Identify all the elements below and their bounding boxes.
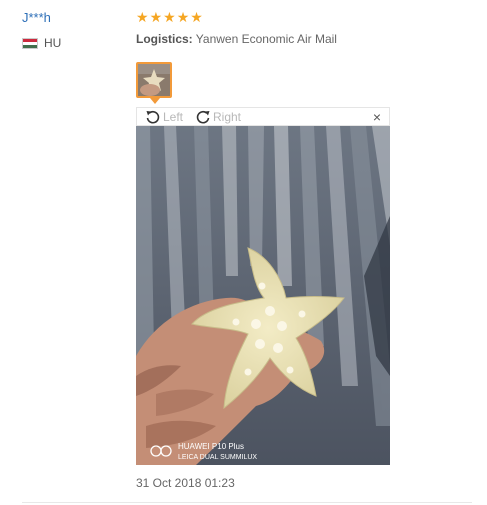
review-photo-image: HUAWEI P10 Plus LEICA DUAL SUMMILUX — [136, 126, 390, 465]
review-date: 31 Oct 2018 01:23 — [136, 476, 235, 490]
thumbnail-image — [138, 64, 170, 96]
logistics-label: Logistics: — [136, 32, 193, 46]
star-icon: ★ — [190, 9, 203, 25]
country-code: HU — [44, 36, 62, 50]
rotate-left-label: Left — [163, 110, 184, 124]
star-icon: ★ — [149, 9, 163, 25]
rotate-right-icon — [196, 110, 210, 124]
reviewer-name[interactable]: J***h — [22, 10, 51, 25]
close-icon[interactable]: × — [373, 109, 381, 125]
photo-viewer-toolbar: Left Right × — [136, 107, 390, 126]
watermark-line2: LEICA DUAL SUMMILUX — [178, 454, 257, 461]
thumbnail-pointer — [150, 98, 160, 104]
star-icon: ★ — [176, 9, 190, 25]
logistics-value: Yanwen Economic Air Mail — [195, 32, 337, 46]
flag-hu-icon — [22, 37, 38, 49]
watermark-line1: HUAWEI P10 Plus — [178, 442, 244, 451]
star-icon: ★ — [163, 9, 176, 25]
rotate-left-button[interactable]: Left — [145, 108, 183, 126]
review-photo: HUAWEI P10 Plus LEICA DUAL SUMMILUX — [136, 126, 390, 465]
review-divider — [22, 502, 472, 503]
rotate-left-icon — [146, 110, 160, 124]
star-icon: ★ — [136, 9, 149, 25]
rotate-right-label: Right — [213, 110, 242, 124]
logistics-info: Logistics: Yanwen Economic Air Mail — [136, 32, 337, 46]
reviewer-country: HU — [22, 36, 61, 50]
rating-stars: ★ ★ ★ ★ ★ — [136, 10, 203, 24]
review-photo-thumbnail[interactable] — [136, 62, 172, 98]
rotate-right-button[interactable]: Right — [195, 108, 241, 126]
